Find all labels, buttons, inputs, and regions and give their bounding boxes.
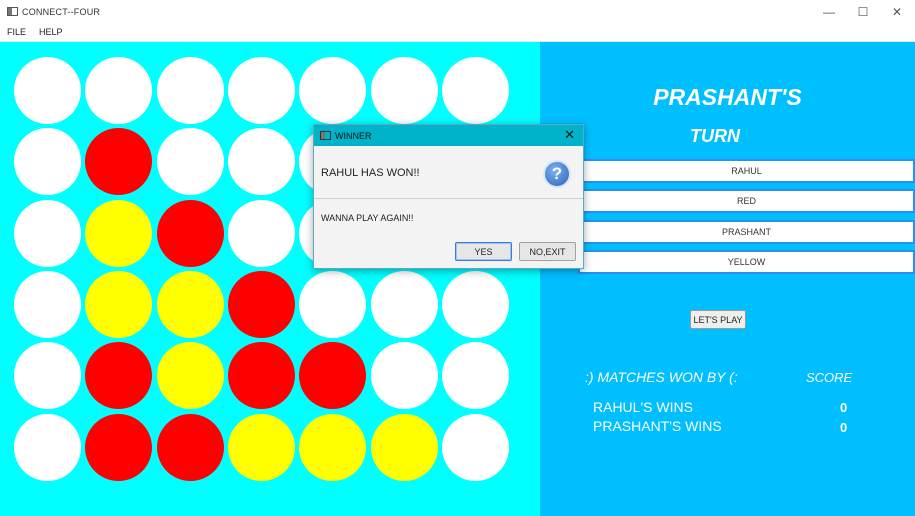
disc-red[interactable] — [85, 128, 153, 196]
disc-red[interactable] — [85, 413, 153, 481]
disc-empty[interactable] — [370, 270, 438, 338]
disc-empty[interactable] — [227, 57, 295, 124]
maximize-icon: ☐ — [857, 4, 869, 19]
dialog-close-icon[interactable]: ✕ — [564, 127, 575, 143]
player1-wins-score: 0 — [840, 400, 848, 415]
player1-name-field[interactable]: RAHUL — [578, 159, 915, 183]
minimize-button[interactable]: — — [812, 0, 846, 23]
disc-empty[interactable] — [441, 342, 509, 410]
disc-red[interactable] — [156, 199, 224, 267]
disc-empty[interactable] — [85, 57, 153, 124]
dialog-header-text: RAHUL HAS WON!! — [321, 167, 420, 179]
player2-wins-score: 0 — [840, 420, 848, 435]
disc-empty[interactable] — [227, 128, 295, 196]
disc-empty[interactable] — [370, 57, 438, 124]
app-window: CONNECT--FOUR — ☐ ✕ FILE HELP PRASHANT'S… — [0, 0, 915, 516]
disc-empty[interactable] — [14, 128, 81, 196]
disc-red[interactable] — [156, 413, 224, 481]
disc-empty[interactable] — [156, 128, 224, 196]
disc-empty[interactable] — [441, 413, 509, 481]
side-panel: PRASHANT'S TURN RAHUL RED PRASHANT YELLO… — [540, 42, 915, 516]
disc-empty[interactable] — [14, 57, 81, 124]
close-icon: ✕ — [891, 4, 903, 19]
disc-empty[interactable] — [14, 413, 81, 481]
minimize-icon: — — [823, 4, 835, 19]
maximize-button[interactable]: ☐ — [846, 0, 880, 23]
disc-red[interactable] — [299, 342, 367, 410]
player1-color-field[interactable]: RED — [578, 189, 915, 213]
question-icon: ? — [543, 160, 571, 188]
lets-play-button[interactable]: LET'S PLAY — [690, 310, 746, 329]
dialog-title: WINNER — [335, 130, 372, 141]
disc-red[interactable] — [227, 342, 295, 410]
app-icon — [7, 7, 18, 16]
disc-yellow[interactable] — [156, 270, 224, 338]
disc-yellow[interactable] — [156, 342, 224, 410]
disc-empty[interactable] — [14, 199, 81, 267]
disc-empty[interactable] — [441, 57, 509, 124]
dialog-content-text: WANNA PLAY AGAIN!! — [321, 213, 414, 223]
disc-yellow[interactable] — [299, 413, 367, 481]
dialog-app-icon — [320, 131, 331, 140]
dialog-title-bar: WINNER ✕ — [314, 125, 583, 146]
turn-label: TURN — [690, 126, 740, 146]
disc-empty[interactable] — [14, 342, 81, 410]
disc-empty[interactable] — [299, 57, 367, 124]
yes-button[interactable]: YES — [455, 242, 512, 261]
disc-empty[interactable] — [14, 270, 81, 338]
dialog-header: RAHUL HAS WON!! ? — [314, 146, 583, 199]
disc-empty[interactable] — [441, 270, 509, 338]
menu-help[interactable]: HELP — [33, 27, 69, 37]
player2-name-field[interactable]: PRASHANT — [578, 220, 915, 244]
player2-wins-label: PRASHANT'S WINS — [593, 418, 722, 434]
disc-yellow[interactable] — [85, 270, 153, 338]
disc-yellow[interactable] — [227, 413, 295, 481]
title-bar: CONNECT--FOUR — ☐ ✕ — [0, 0, 915, 23]
disc-empty[interactable] — [370, 342, 438, 410]
matches-won-heading: :) MATCHES WON BY (: — [585, 369, 738, 385]
no-exit-button[interactable]: NO,EXIT — [519, 242, 576, 261]
current-turn-player: PRASHANT'S — [653, 84, 802, 110]
score-heading: SCORE — [806, 370, 853, 385]
disc-yellow[interactable] — [370, 413, 438, 481]
disc-empty[interactable] — [227, 199, 295, 267]
winner-dialog: WINNER ✕ RAHUL HAS WON!! ? WANNA PLAY AG… — [313, 124, 584, 269]
player1-wins-label: RAHUL'S WINS — [593, 399, 693, 415]
menu-bar: FILE HELP — [0, 23, 915, 42]
menu-file[interactable]: FILE — [1, 27, 32, 37]
disc-yellow[interactable] — [85, 199, 153, 267]
window-title: CONNECT--FOUR — [22, 6, 101, 17]
disc-red[interactable] — [227, 270, 295, 338]
player2-color-field[interactable]: YELLOW — [578, 250, 915, 274]
disc-empty[interactable] — [299, 270, 367, 338]
disc-red[interactable] — [85, 342, 153, 410]
game-board[interactable] — [0, 42, 540, 516]
disc-empty[interactable] — [156, 57, 224, 124]
close-button[interactable]: ✕ — [880, 0, 914, 23]
